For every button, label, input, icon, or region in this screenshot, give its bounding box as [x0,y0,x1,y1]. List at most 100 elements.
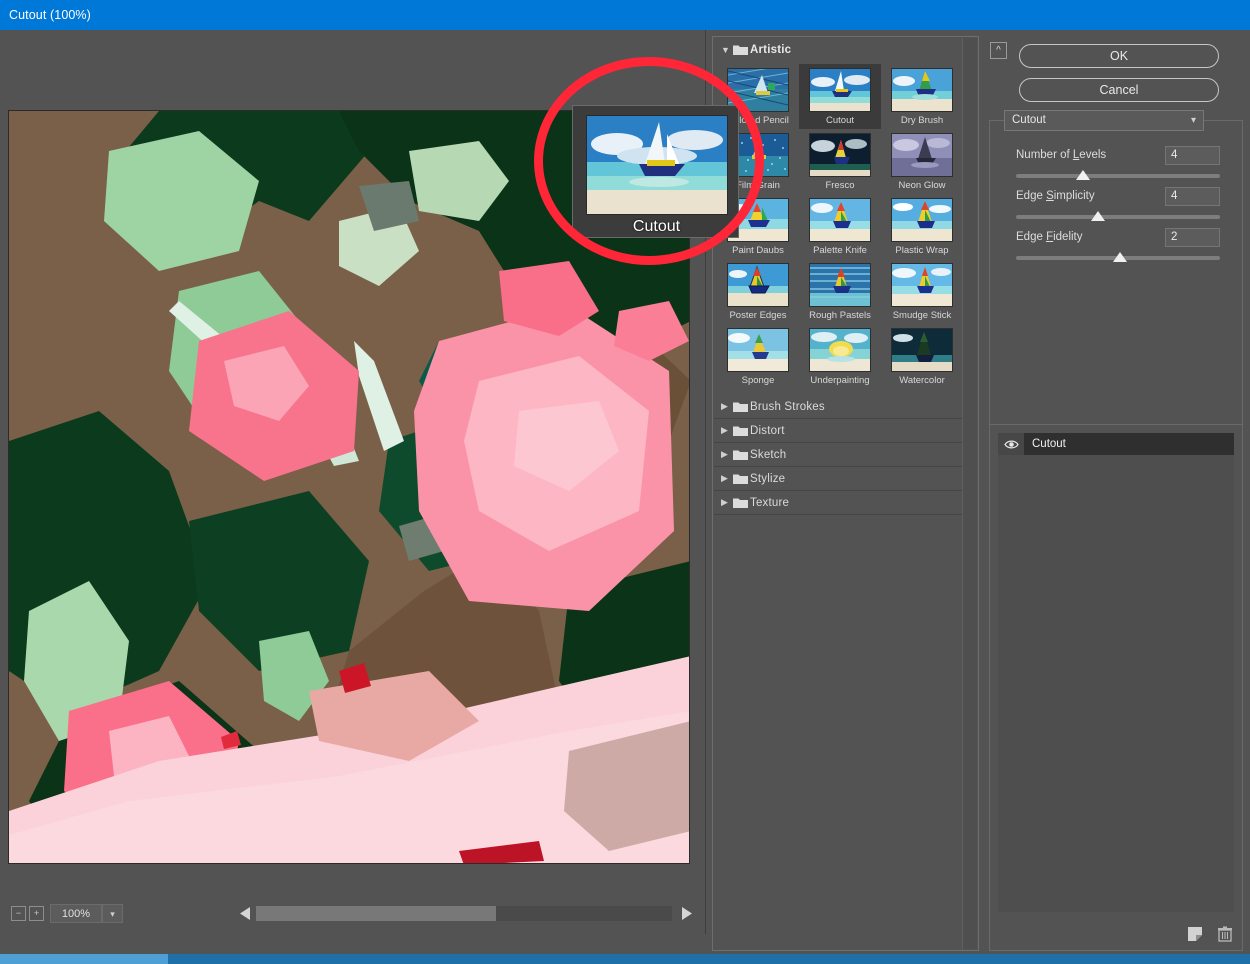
filter-category-header-artistic[interactable]: ▼ Artistic [714,38,963,62]
effect-layer-name: Cutout [1024,438,1066,450]
filter-thumbnail-label: Palette Knife [799,245,881,256]
filter-thumbnail-label: Cutout [799,115,881,126]
triangle-right-icon[interactable]: ▶ [721,425,733,436]
filter-category-label: Sketch [750,449,786,461]
magnified-filter-label: Cutout [573,218,740,236]
filter-thumbnail-smudge-stick[interactable]: Smudge Stick [881,259,963,324]
filter-category-list[interactable]: ▼ Artistic Colored PencilCutoutDry BrushFi… [714,38,963,949]
gallery-vertical-scrollbar[interactable] [962,38,977,949]
filter-gallery-dialog: Cutout (100%) [0,0,1250,964]
setting-slider-track[interactable] [1016,215,1220,219]
filter-thumbnail-poster-edges[interactable]: Poster Edges [717,259,799,324]
filter-thumbnail-label: Paint Daubs [717,245,799,256]
filter-thumbnail-grid: Colored PencilCutoutDry BrushFilm GrainF… [714,62,963,395]
effect-layer-toolbar [1186,925,1234,943]
filter-thumbnail-label: Plastic Wrap [881,245,963,256]
filter-thumbnail-image [809,263,871,307]
scrollbar-thumb[interactable] [256,906,496,921]
setting-slider-knob[interactable] [1113,252,1127,262]
filter-settings-group: Cutout ▾ Number of Levels4Edge Simplicit… [989,120,1243,447]
filter-thumbnail-plastic-wrap[interactable]: Plastic Wrap [881,194,963,259]
filter-thumbnail-label: Poster Edges [717,310,799,321]
filter-thumbnail-rough-pastels[interactable]: Rough Pastels [799,259,881,324]
setting-value-input[interactable]: 4 [1165,146,1220,165]
folder-icon [733,425,750,437]
filter-thumbnail-label: Rough Pastels [799,310,881,321]
filter-category-label: Artistic [750,44,791,56]
filter-thumbnail-label: Smudge Stick [881,310,963,321]
setting-label-suffix: evels [1079,149,1106,161]
folder-icon [733,44,750,56]
zoom-in-button[interactable]: + [29,906,44,921]
chevron-down-icon: ▾ [1191,111,1196,130]
taskbar [0,954,1250,964]
zoom-level-value[interactable]: 100% [50,904,102,923]
triangle-right-icon[interactable]: ▶ [721,401,733,412]
filter-thumbnail-label: Sponge [717,375,799,386]
setting-label-prefix: Edge [1016,231,1046,243]
filter-select-dropdown[interactable]: Cutout ▾ [1004,110,1204,131]
filter-select-value: Cutout [1012,111,1046,130]
effect-layer-row[interactable]: Cutout [998,433,1234,455]
filter-category-label: Texture [750,497,789,509]
folder-icon [733,401,750,413]
filter-category-header-texture[interactable]: ▶ Texture [714,491,963,515]
effect-layer-list[interactable]: Cutout [998,433,1234,912]
setting-label-accelerator: S [1046,190,1054,202]
eye-icon[interactable] [998,433,1024,455]
setting-slider-track[interactable] [1016,174,1220,178]
triangle-down-icon[interactable]: ▼ [721,45,733,55]
zoom-out-button[interactable]: − [11,906,26,921]
setting-label-suffix: implicity [1054,190,1095,202]
filter-thumbnail-underpainting[interactable]: Underpainting [799,324,881,389]
chevron-down-icon[interactable]: ▾ [102,904,123,923]
folder-icon [733,449,750,461]
setting-slider-knob[interactable] [1076,170,1090,180]
setting-label: Edge Simplicity [1016,190,1095,202]
window-title-bar: Cutout (100%) [0,0,1250,30]
filter-category-label: Stylize [750,473,785,485]
filter-thumbnail-image [891,68,953,112]
filter-thumbnail-label: Watercolor [881,375,963,386]
setting-slider-knob[interactable] [1091,211,1105,221]
triangle-left-icon[interactable] [238,905,254,922]
filter-category-header-brush-strokes[interactable]: ▶ Brush Strokes [714,395,963,419]
filter-thumbnail-cutout[interactable]: Cutout [799,64,881,129]
filter-category-label: Brush Strokes [750,401,825,413]
filter-thumbnail-label: Dry Brush [881,115,963,126]
filter-category-header-stylize[interactable]: ▶ Stylize [714,467,963,491]
setting-value-input[interactable]: 4 [1165,187,1220,206]
folder-icon [733,473,750,485]
setting-label: Number of Levels [1016,149,1106,161]
filter-thumbnail-image [891,263,953,307]
filter-thumbnail-label: Underpainting [799,375,881,386]
filter-thumbnail-image [809,68,871,112]
filter-category-label: Distort [750,425,785,437]
filter-thumbnail-sponge[interactable]: Sponge [717,324,799,389]
setting-value-input[interactable]: 2 [1165,228,1220,247]
triangle-right-icon[interactable]: ▶ [721,473,733,484]
preview-horizontal-scrollbar[interactable] [238,904,694,923]
new-effect-layer-icon[interactable] [1186,925,1204,943]
trash-icon[interactable] [1216,925,1234,943]
triangle-right-icon[interactable]: ▶ [721,449,733,460]
triangle-right-icon[interactable] [678,905,694,922]
cancel-button[interactable]: Cancel [1019,78,1219,102]
filter-category-header-sketch[interactable]: ▶ Sketch [714,443,963,467]
filter-thumbnail-watercolor[interactable]: Watercolor [881,324,963,389]
taskbar-active-item[interactable] [0,954,168,964]
chevrons-up-icon[interactable]: ^ [990,42,1007,59]
filter-category-header-distort[interactable]: ▶ Distort [714,419,963,443]
ok-button[interactable]: OK [1019,44,1219,68]
triangle-right-icon[interactable]: ▶ [721,497,733,508]
scrollbar-track[interactable] [256,906,672,921]
filter-thumbnail-fresco[interactable]: Fresco [799,129,881,194]
page-title: Cutout (100%) [9,8,91,22]
filter-thumbnail-palette-knife[interactable]: Palette Knife [799,194,881,259]
filter-thumbnail-image [809,133,871,177]
filter-thumbnail-neon-glow[interactable]: Neon Glow [881,129,963,194]
setting-label-suffix: idelity [1053,231,1082,243]
filter-thumbnail-dry-brush[interactable]: Dry Brush [881,64,963,129]
filter-gallery-panel: ▼ Artistic Colored PencilCutoutDry BrushFi… [712,36,979,951]
effect-layers-panel: Cutout [989,424,1243,951]
